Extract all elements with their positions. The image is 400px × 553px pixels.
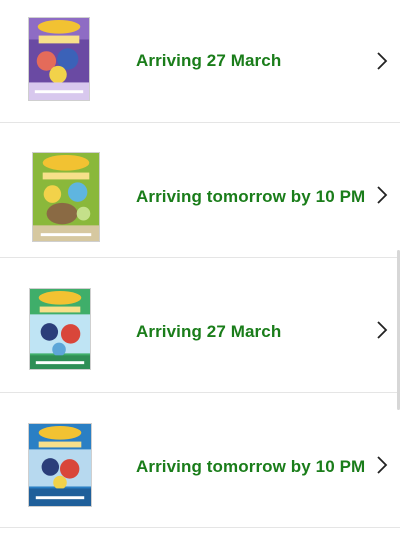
order-row[interactable]: Arriving tomorrow by 10 PM — [0, 123, 400, 258]
delivery-status: Arriving 27 March — [136, 322, 282, 341]
orders-list-page: Arriving 27 March Arriving tomorrow by 1… — [0, 0, 400, 553]
delivery-status: Arriving 27 March — [136, 51, 282, 70]
chevron-right-icon[interactable] — [374, 455, 390, 475]
order-row[interactable]: Arriving tomorrow by 10 PM — [0, 393, 400, 528]
delivery-status: Arriving tomorrow by 10 PM — [136, 187, 366, 206]
delivery-status: Arriving tomorrow by 10 PM — [136, 457, 366, 476]
product-thumbnail — [29, 288, 91, 370]
product-thumbnail — [28, 423, 92, 507]
dvd-cover-image — [30, 289, 90, 369]
product-thumbnail — [32, 152, 100, 242]
dvd-cover-image — [29, 424, 91, 506]
chevron-right-icon[interactable] — [374, 185, 390, 205]
chevron-right-icon[interactable] — [374, 51, 390, 71]
dvd-cover-image — [33, 153, 99, 241]
product-thumbnail — [28, 17, 90, 101]
chevron-right-icon[interactable] — [374, 320, 390, 340]
order-row[interactable]: Arriving 27 March — [0, 258, 400, 393]
order-row[interactable]: Arriving 27 March — [0, 0, 400, 123]
dvd-cover-image — [29, 18, 89, 100]
